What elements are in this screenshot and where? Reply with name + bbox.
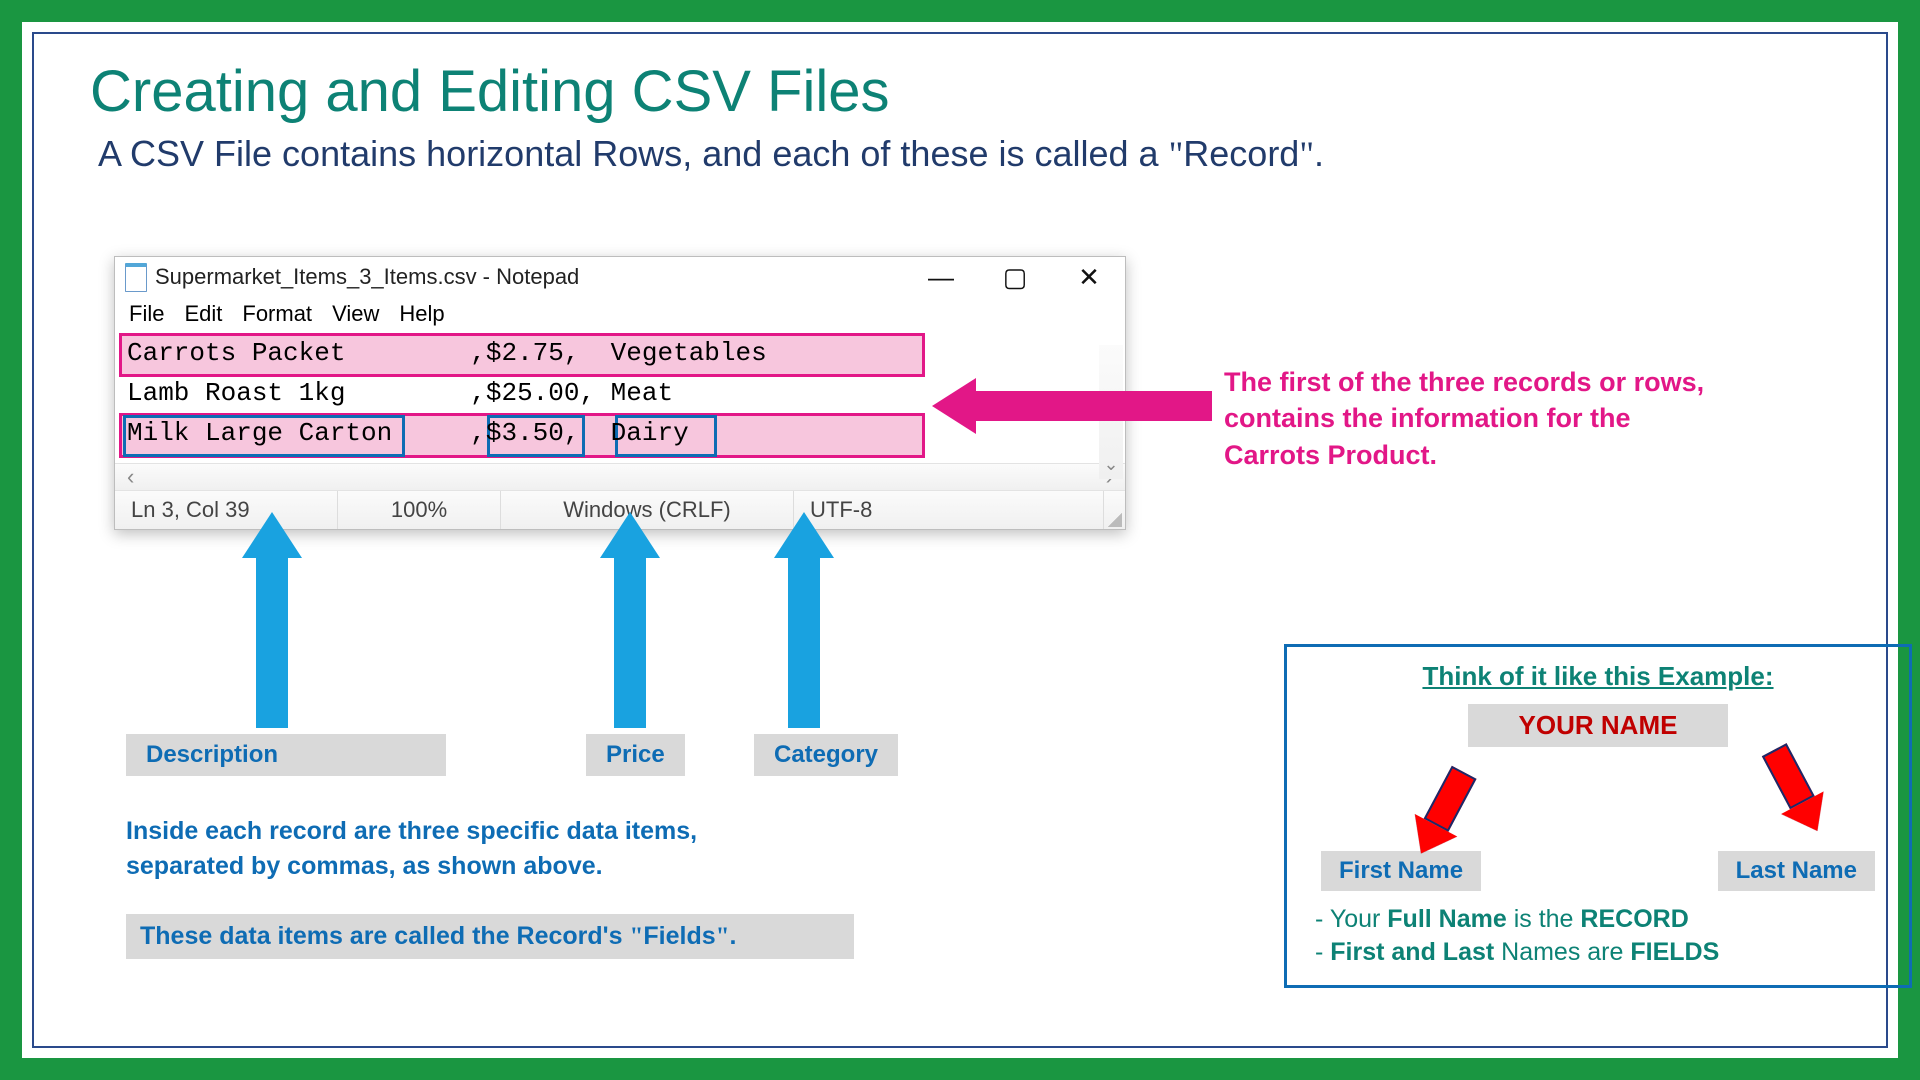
label-category: Category xyxy=(754,734,898,776)
callout-first-record: The first of the three records or rows, … xyxy=(1224,364,1824,473)
menu-format[interactable]: Format xyxy=(238,301,316,327)
body-line-2: separated by commas, as shown above. xyxy=(126,849,697,884)
subtitle-open-quote: " xyxy=(1169,134,1184,174)
label-price: Price xyxy=(586,734,685,776)
callout-line-1: The first of the three records or rows, xyxy=(1224,364,1824,400)
menu-edit[interactable]: Edit xyxy=(180,301,226,327)
ex2-d: FIELDS xyxy=(1630,938,1719,966)
ex2-a: - xyxy=(1315,938,1330,966)
fields-note-pre: These data items are called the Record's xyxy=(140,922,629,950)
close-button[interactable]: ✕ xyxy=(1071,257,1107,297)
notepad-titlebar: Supermarket_Items_3_Items.csv - Notepad … xyxy=(115,257,1125,297)
csv-line-2: Lamb Roast 1kg ,$25.00, Meat xyxy=(127,378,673,408)
notepad-title: Supermarket_Items_3_Items.csv - Notepad xyxy=(155,264,923,290)
ex1-d: RECORD xyxy=(1580,905,1688,933)
body-line-1: Inside each record are three specific da… xyxy=(126,814,697,849)
fields-note-q1: " xyxy=(629,923,643,950)
callout-line-2: contains the information for the xyxy=(1224,400,1824,436)
arrow-category xyxy=(784,512,824,728)
body-text-block: Inside each record are three specific da… xyxy=(126,814,697,884)
menu-view[interactable]: View xyxy=(328,301,383,327)
slide-outer-frame: Creating and Editing CSV Files A CSV Fil… xyxy=(0,0,1920,1080)
example-red-arrows xyxy=(1303,761,1893,851)
arrow-price xyxy=(610,512,650,728)
status-encoding: UTF-8 xyxy=(794,491,1104,529)
subtitle-pre: A CSV File contains horizontal Rows, and… xyxy=(98,133,1169,174)
menu-file[interactable]: File xyxy=(125,301,168,327)
arrow-first-record xyxy=(932,384,1212,428)
subtitle-post: . xyxy=(1314,133,1324,174)
fields-note: These data items are called the Record's… xyxy=(126,914,854,959)
fields-note-post: . xyxy=(730,922,737,950)
minimize-button[interactable]: — xyxy=(923,257,959,297)
window-sys-buttons: — ▢ ✕ xyxy=(923,257,1107,297)
subtitle-close-quote: " xyxy=(1299,134,1314,174)
csv-line-3: Milk Large Carton ,$3.50, Dairy xyxy=(127,418,689,448)
notepad-menubar: File Edit Format View Help xyxy=(115,297,1125,333)
ex1-a: - Your xyxy=(1315,905,1387,933)
example-line-1: - Your Full Name is the RECORD xyxy=(1315,905,1893,934)
page-title: Creating and Editing CSV Files xyxy=(90,58,1886,125)
scroll-down-icon: ⌄ xyxy=(1103,454,1118,475)
callout-line-3: Carrots Product. xyxy=(1224,437,1824,473)
maximize-button[interactable]: ▢ xyxy=(997,257,1033,297)
example-box: Think of it like this Example: YOUR NAME… xyxy=(1284,644,1912,988)
status-zoom: 100% xyxy=(338,491,501,529)
slide-inner-frame: Creating and Editing CSV Files A CSV Fil… xyxy=(32,32,1888,1048)
fields-note-word: Fields xyxy=(643,922,715,950)
resize-grip-icon[interactable] xyxy=(1104,509,1122,527)
ex2-b: First and Last xyxy=(1330,938,1494,966)
subtitle-word: Record xyxy=(1183,133,1299,174)
notepad-icon xyxy=(125,263,147,292)
horizontal-scrollbar[interactable]: ‹ › xyxy=(115,463,1125,490)
example-line-2: - First and Last Names are FIELDS xyxy=(1315,938,1893,967)
scroll-left-icon: ‹ xyxy=(127,464,134,490)
example-title: Think of it like this Example: xyxy=(1303,661,1893,692)
csv-line-1: Carrots Packet ,$2.75, Vegetables xyxy=(127,338,767,368)
arrow-description xyxy=(252,512,292,728)
ex2-c: Names are xyxy=(1494,938,1630,966)
status-position: Ln 3, Col 39 xyxy=(115,491,338,529)
example-last-name: Last Name xyxy=(1718,851,1875,891)
page-subtitle: A CSV File contains horizontal Rows, and… xyxy=(98,133,1886,175)
ex1-b: Full Name xyxy=(1387,905,1506,933)
example-your-name: YOUR NAME xyxy=(1468,704,1728,747)
example-first-name: First Name xyxy=(1321,851,1481,891)
label-description: Description xyxy=(126,734,446,776)
menu-help[interactable]: Help xyxy=(395,301,448,327)
fields-note-q2: " xyxy=(716,923,730,950)
example-name-row: First Name Last Name xyxy=(1303,851,1893,891)
ex1-c: is the xyxy=(1507,905,1581,933)
